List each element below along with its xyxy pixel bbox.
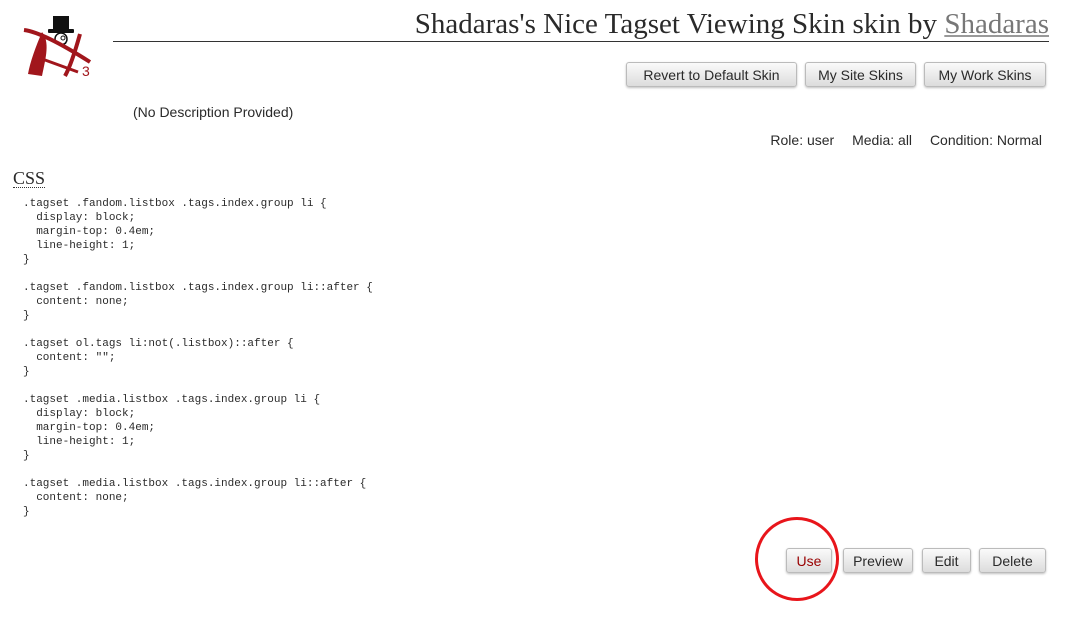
role-label: Role: [770, 132, 804, 148]
svg-text:3: 3 [82, 63, 90, 79]
preview-button[interactable]: Preview [843, 548, 913, 573]
edit-button[interactable]: Edit [922, 548, 971, 573]
media-value: all [898, 132, 913, 148]
css-heading: CSS [13, 168, 46, 188]
delete-button[interactable]: Delete [979, 548, 1046, 573]
ao3-logo-icon[interactable]: 3 [20, 12, 100, 82]
condition-label: Condition: [929, 132, 993, 148]
my-work-skins-button[interactable]: My Work Skins [924, 62, 1046, 87]
skin-description: (No Description Provided) [133, 104, 294, 120]
title-text: Shadaras's Nice Tagset Viewing Skin skin… [414, 8, 938, 40]
media-label: Media: [852, 132, 895, 148]
author-link[interactable]: Shadaras [944, 8, 1049, 40]
revert-default-skin-button[interactable]: Revert to Default Skin [626, 62, 797, 87]
role-value: user [806, 132, 835, 148]
use-button[interactable]: Use [786, 548, 832, 573]
page-title: Shadaras's Nice Tagset Viewing Skin skin… [408, 8, 1049, 41]
css-code-block: .tagset .fandom.listbox .tags.index.grou… [23, 198, 373, 518]
my-site-skins-button[interactable]: My Site Skins [805, 62, 916, 87]
condition-value: Normal [996, 132, 1042, 148]
skin-meta: Role: user Media: all Condition: Normal [770, 132, 1042, 148]
title-rule [113, 41, 1049, 42]
